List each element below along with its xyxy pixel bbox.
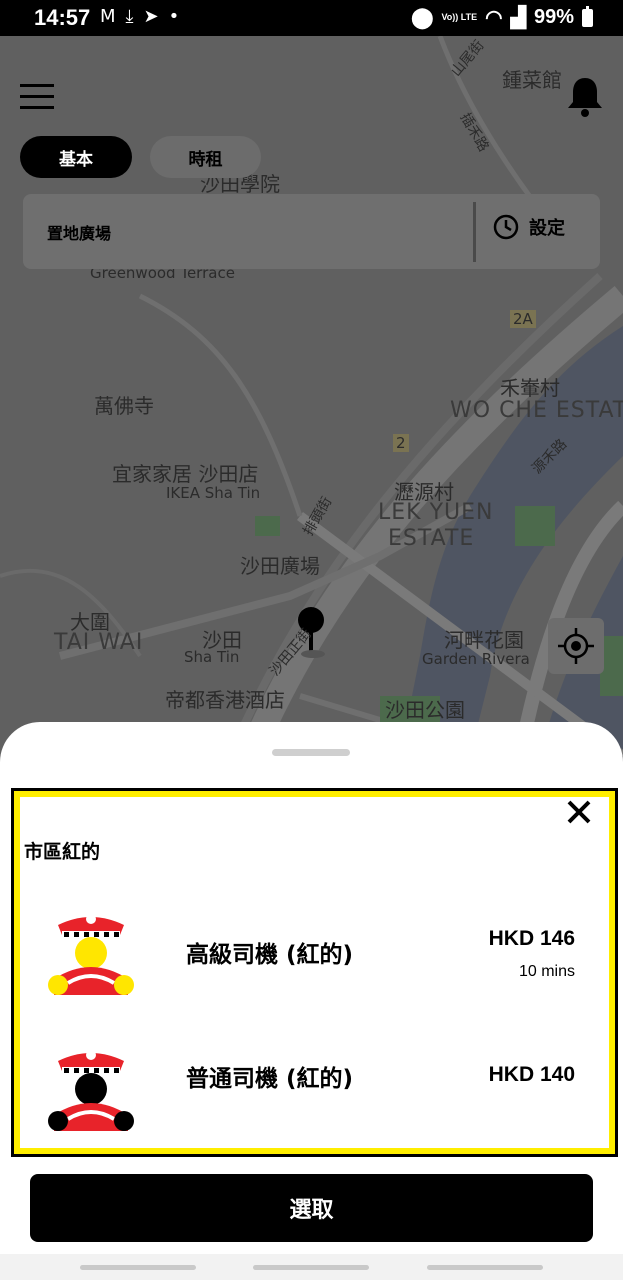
category-title: 市區紅的 <box>24 841 101 863</box>
premium-driver-icon <box>46 903 136 1003</box>
dot-icon: • <box>168 6 180 27</box>
set-time-button[interactable]: 設定 <box>493 214 565 240</box>
tab-basic[interactable]: 基本 <box>20 136 132 178</box>
telegram-icon: ➤ <box>143 6 159 27</box>
signal-icon: ▟ <box>510 7 526 29</box>
nav-home[interactable] <box>253 1265 369 1270</box>
map-label: 鍾菜館 <box>502 68 562 92</box>
status-bar: 14:57 M ⤓ ➤ • ⬤ Vo)) LTE ◠ ▟ 99% <box>0 0 623 36</box>
taxi-option-standard[interactable]: 普通司機 (紅的) HKD 140 <box>14 1029 607 1139</box>
close-icon[interactable] <box>564 797 594 827</box>
volte-icon: Vo)) LTE <box>441 12 478 22</box>
tab-hourly[interactable]: 時租 <box>150 136 261 178</box>
battery-percent: 99% <box>533 6 574 28</box>
status-time: 14:57 <box>34 5 91 30</box>
clock-icon <box>493 214 519 240</box>
map-label: WO CHE ESTATE <box>450 398 623 423</box>
crosshair-icon <box>558 628 594 664</box>
select-button[interactable]: 選取 <box>30 1174 593 1242</box>
wifi-icon: ◠ <box>485 7 503 29</box>
taxi-options-card: 市區紅的 高級司機 (紅的) HKD 146 10 mins 普通司機 (紅的)… <box>11 788 618 1157</box>
map-label: 萬佛寺 <box>94 394 154 418</box>
map-label: 2A <box>510 310 536 328</box>
location-bar[interactable]: 置地廣場 設定 <box>23 194 600 269</box>
pickup-location[interactable]: 置地廣場 <box>47 220 111 244</box>
nav-recent[interactable] <box>80 1265 196 1270</box>
nav-back[interactable] <box>427 1265 543 1270</box>
map-label: 禾輋村 <box>500 376 560 400</box>
map-label: Garden Rivera <box>422 650 530 668</box>
map-label: 宜家家居 沙田店 <box>112 462 259 486</box>
bell-icon[interactable] <box>565 74 605 118</box>
option-price: HKD 146 <box>488 927 575 950</box>
option-eta: 10 mins <box>518 963 575 980</box>
gmail-icon: M <box>100 6 116 27</box>
option-name: 高級司機 (紅的) <box>186 942 354 968</box>
map-label: 沙田公園 <box>385 698 465 722</box>
download-icon: ⤓ <box>125 6 134 27</box>
map-label: ESTATE <box>388 526 475 551</box>
bottom-sheet: 市區紅的 高級司機 (紅的) HKD 146 10 mins 普通司機 (紅的)… <box>0 722 623 1280</box>
map-label: 帝都香港酒店 <box>165 688 285 712</box>
battery-icon <box>582 5 593 27</box>
hamburger-menu-icon[interactable] <box>20 84 56 110</box>
sheet-drag-handle[interactable] <box>272 749 350 756</box>
option-name: 普通司機 (紅的) <box>186 1066 354 1092</box>
map-label: Sha Tin <box>184 648 240 666</box>
map-label: LEK YUEN <box>378 500 494 525</box>
standard-driver-icon <box>46 1039 136 1139</box>
map-label: 沙田廣場 <box>240 554 320 578</box>
option-price: HKD 140 <box>488 1063 575 1086</box>
set-time-label: 設定 <box>529 218 565 239</box>
map-label: TAI WAI <box>54 630 144 655</box>
location-icon: ⬤ <box>411 7 434 29</box>
my-location-button[interactable] <box>548 618 604 674</box>
map-label: 河畔花園 <box>444 628 524 652</box>
divider <box>473 202 476 262</box>
system-nav-bar <box>0 1254 623 1280</box>
map-label: IKEA Sha Tin <box>166 484 261 502</box>
taxi-option-premium[interactable]: 高級司機 (紅的) HKD 146 10 mins <box>14 893 607 1003</box>
map-label: 2 <box>393 434 409 452</box>
